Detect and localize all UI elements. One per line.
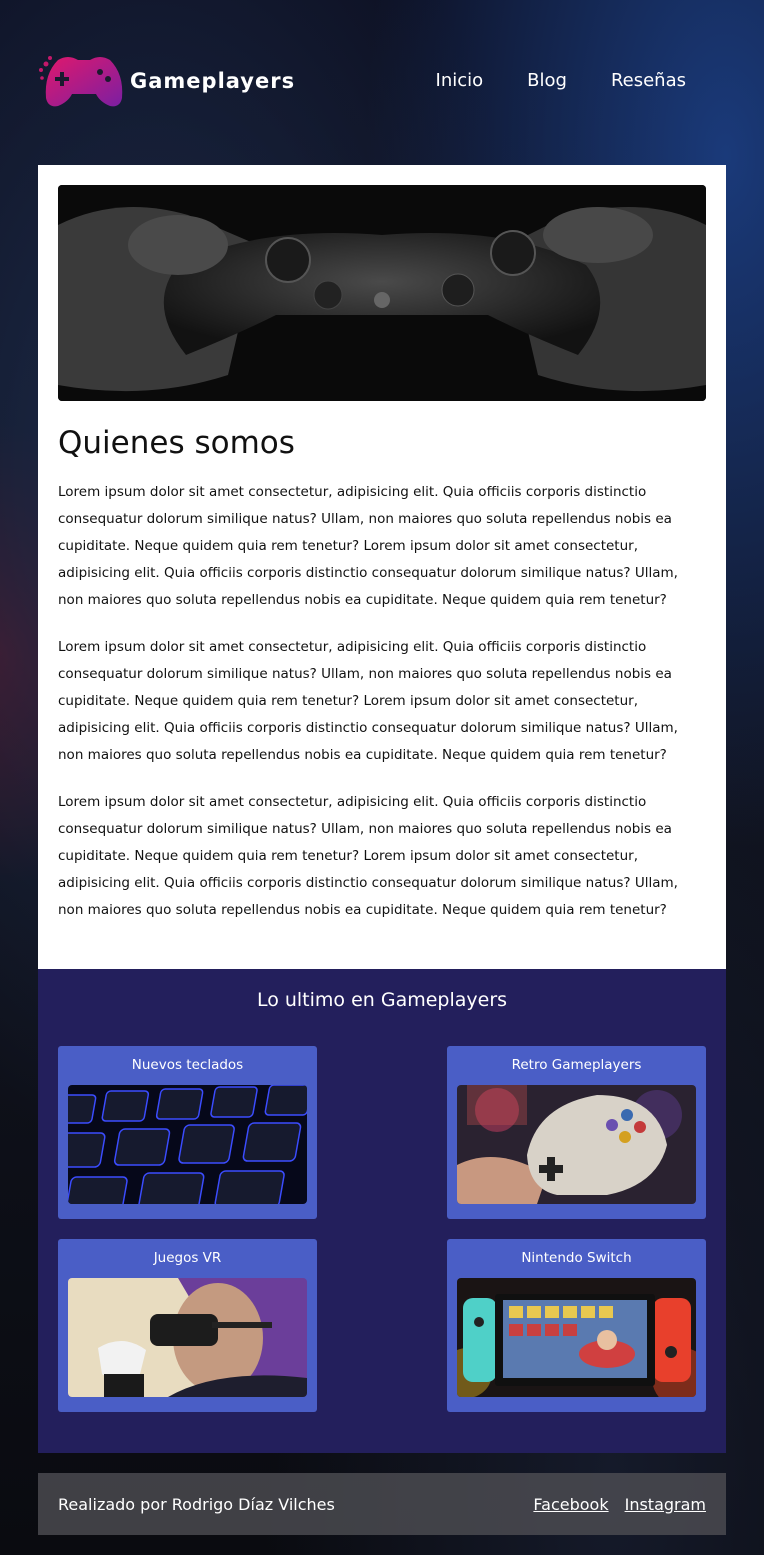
footer-credit: Realizado por Rodrigo Díaz Vilches bbox=[58, 1494, 335, 1514]
footer-links: Facebook Instagram bbox=[533, 1495, 706, 1514]
site-name: Gameplayers bbox=[130, 69, 296, 93]
about-paragraph: Lorem ipsum dolor sit amet consectetur, … bbox=[58, 794, 678, 918]
snes-controller-photo bbox=[457, 1085, 696, 1204]
page-title: Quienes somos bbox=[58, 425, 295, 461]
nav-link-inicio[interactable]: Inicio bbox=[436, 70, 484, 91]
about-paragraph: Lorem ipsum dolor sit amet consectetur, … bbox=[58, 484, 678, 608]
hero-image bbox=[58, 185, 706, 401]
card-title: Juegos VR bbox=[153, 1250, 222, 1266]
about-paragraph: Lorem ipsum dolor sit amet consectetur, … bbox=[58, 639, 678, 763]
nav-link-blog[interactable]: Blog bbox=[527, 70, 567, 91]
card-juegos-vr[interactable]: Juegos VR bbox=[58, 1239, 317, 1412]
site-footer: Realizado por Rodrigo Díaz Vilches Faceb… bbox=[38, 1473, 726, 1535]
keyboard-photo bbox=[68, 1085, 307, 1204]
card-nuevos-teclados[interactable]: Nuevos teclados bbox=[58, 1046, 317, 1219]
main-nav: Inicio Blog Reseñas bbox=[436, 70, 686, 91]
latest-title: Lo ultimo en Gameplayers bbox=[256, 989, 508, 1011]
latest-section: Lo ultimo en Gameplayers Nuevos teclados bbox=[38, 969, 726, 1453]
nintendo-switch-photo bbox=[457, 1278, 696, 1397]
about-section: Quienes somos Lorem ipsum dolor sit amet… bbox=[38, 165, 726, 969]
card-title: Nintendo Switch bbox=[521, 1250, 632, 1266]
instagram-link[interactable]: Instagram bbox=[625, 1495, 706, 1514]
card-retro-gameplayers[interactable]: Retro Gameplayers bbox=[447, 1046, 706, 1219]
card-nintendo-switch[interactable]: Nintendo Switch bbox=[447, 1239, 706, 1412]
logo[interactable]: Gameplayers bbox=[38, 52, 295, 110]
site-header: Gameplayers Inicio Blog Reseñas bbox=[38, 52, 726, 112]
vr-headset-photo bbox=[68, 1278, 307, 1397]
facebook-link[interactable]: Facebook bbox=[533, 1495, 608, 1514]
gamepad-hands-photo bbox=[58, 185, 706, 401]
gamepad-icon bbox=[39, 56, 123, 107]
nav-link-resenas[interactable]: Reseñas bbox=[611, 70, 686, 91]
card-title: Nuevos teclados bbox=[131, 1057, 244, 1073]
card-title: Retro Gameplayers bbox=[511, 1057, 642, 1073]
